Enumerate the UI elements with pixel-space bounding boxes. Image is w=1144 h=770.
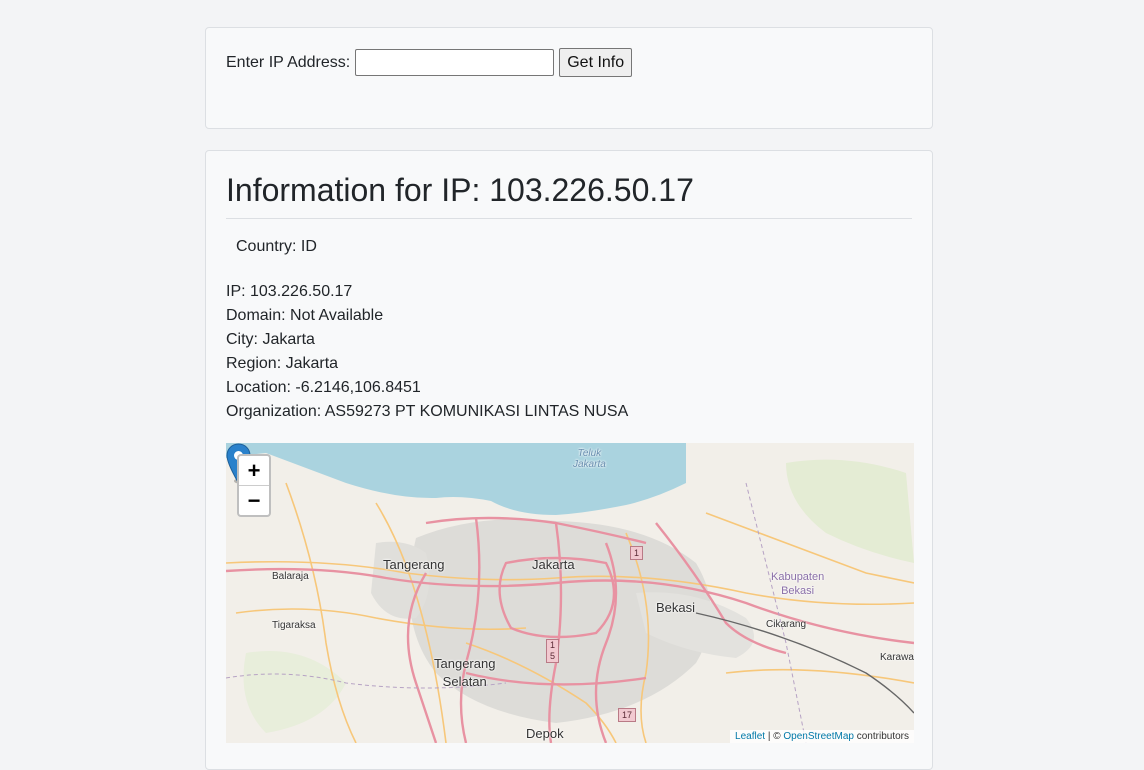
city-label-tangerang-selatan: Tangerang Selatan — [434, 655, 495, 691]
city-label-jakarta: Jakarta — [532, 557, 575, 572]
road-shield-15-line2: 5 — [550, 651, 556, 661]
road-shield-17: 17 — [618, 708, 637, 722]
water-label-line2: Jakarta — [573, 459, 606, 470]
city-label-tangerang: Tangerang — [383, 557, 445, 572]
kabupaten-line1: Kabupaten — [771, 571, 825, 583]
road-shield-15-line1: 1 — [550, 640, 556, 650]
country-text: Country: ID — [236, 238, 317, 255]
openstreetmap-link[interactable]: OpenStreetMap — [783, 731, 854, 742]
location-map[interactable]: Teluk Jakarta Tangerang Jakarta Bekasi B… — [226, 443, 914, 743]
city-label-bekasi: Bekasi — [656, 600, 696, 615]
zoom-in-button[interactable]: + — [239, 456, 269, 486]
search-row: Enter IP Address: Get Info — [226, 48, 633, 77]
tangerang-selatan-line1: Tangerang — [434, 656, 496, 671]
detail-location: Location: -6.2146,106.8451 — [226, 379, 421, 396]
get-info-button[interactable]: Get Info — [559, 48, 633, 77]
kabupaten-line2: Bekasi — [781, 585, 815, 597]
road-shield-1: 1 — [630, 546, 644, 560]
ip-address-label: Enter IP Address: — [226, 53, 351, 71]
leaflet-link[interactable]: Leaflet — [735, 731, 765, 742]
road-shield-15: 1 5 — [546, 639, 560, 663]
water-label-line1: Teluk — [577, 448, 602, 459]
water-label: Teluk Jakarta — [573, 448, 606, 470]
detail-organization: Organization: AS59273 PT KOMUNIKASI LINT… — [226, 403, 629, 420]
city-label-depok: Depok — [526, 726, 564, 741]
city-label-cikarang: Cikarang — [766, 619, 807, 630]
city-label-balaraja: Balaraja — [272, 571, 309, 582]
ip-details: IP: 103.226.50.17 Domain: Not Available … — [226, 280, 628, 424]
region-label-kabupaten-bekasi: Kabupaten Bekasi — [771, 570, 824, 598]
title-divider — [226, 218, 912, 219]
map-attribution: Leaflet | © OpenStreetMap contributors — [730, 730, 914, 743]
attribution-separator: | © — [765, 731, 784, 742]
city-label-tigaraksa: Tigaraksa — [272, 620, 316, 631]
detail-city: City: Jakarta — [226, 331, 315, 348]
detail-region: Region: Jakarta — [226, 355, 339, 372]
search-panel: Enter IP Address: Get Info — [205, 27, 933, 129]
detail-domain: Domain: Not Available — [226, 307, 384, 324]
info-panel: Information for IP: 103.226.50.17 Countr… — [205, 150, 933, 770]
zoom-control: + − — [237, 454, 271, 517]
city-label-karawang: Karawa — [880, 652, 914, 663]
tangerang-selatan-line2: Selatan — [442, 674, 487, 689]
zoom-out-button[interactable]: − — [239, 486, 269, 515]
attribution-suffix: contributors — [853, 731, 909, 742]
info-title: Information for IP: 103.226.50.17 — [226, 172, 694, 208]
detail-ip: IP: 103.226.50.17 — [226, 283, 353, 300]
ip-address-input[interactable] — [355, 49, 555, 76]
